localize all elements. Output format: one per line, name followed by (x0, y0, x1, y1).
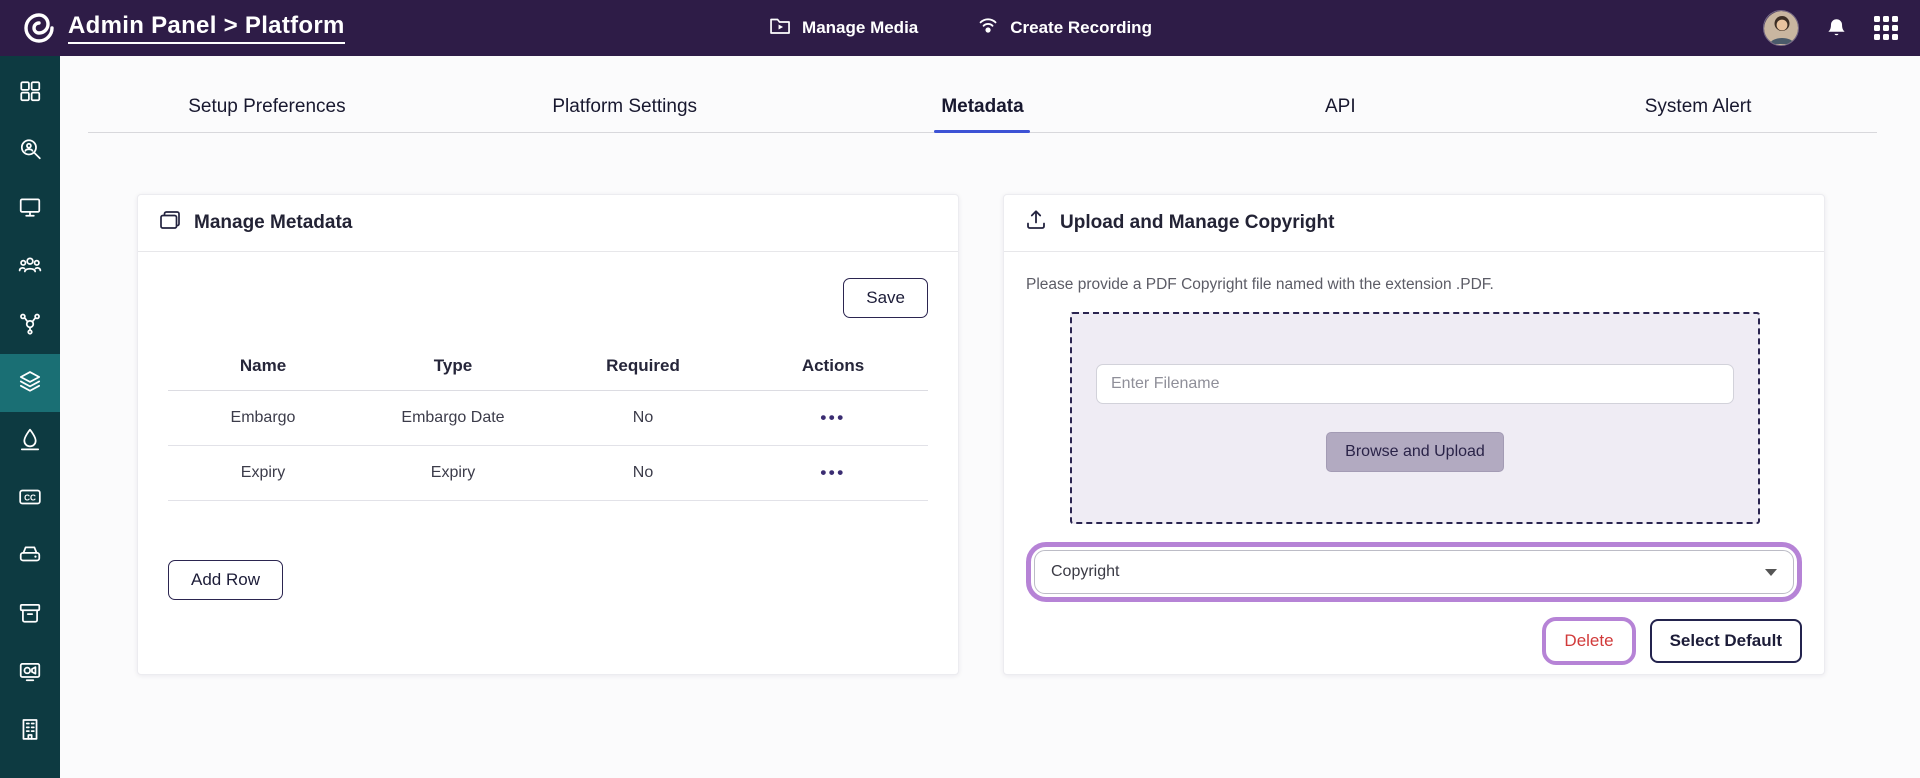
row-actions-menu-icon[interactable]: ••• (820, 408, 845, 427)
topbar-actions: Manage Media Create Recording (768, 0, 1152, 56)
manage-media-button[interactable]: Manage Media (768, 14, 918, 43)
manage-metadata-card: Manage Metadata Save Name Type Required … (137, 194, 959, 675)
copyright-select-highlight: Copyright (1026, 542, 1802, 602)
sidebar-item-integrations[interactable] (0, 296, 60, 354)
select-default-button[interactable]: Select Default (1650, 619, 1802, 663)
filename-input[interactable] (1096, 364, 1734, 404)
delete-button-highlight: Delete (1542, 617, 1635, 665)
save-button[interactable]: Save (843, 278, 928, 318)
cell-type: Expiry (358, 446, 548, 501)
table-row: Embargo Embargo Date No ••• (168, 391, 928, 446)
brand: Admin Panel > Platform (22, 11, 345, 45)
closed-captions-icon: CC (18, 485, 42, 514)
tab-metadata[interactable]: Metadata (804, 86, 1162, 132)
col-header-required: Required (548, 344, 738, 391)
create-recording-button[interactable]: Create Recording (976, 14, 1152, 43)
avatar[interactable] (1763, 10, 1799, 46)
sidebar-item-dashboard[interactable] (0, 64, 60, 122)
metadata-table: Name Type Required Actions Embargo Embar… (168, 344, 928, 501)
screen-recorder-icon (18, 659, 42, 688)
dashboard-icon (18, 79, 42, 108)
manage-metadata-header: Manage Metadata (138, 195, 958, 252)
building-icon (18, 717, 42, 746)
copyright-type-select[interactable]: Copyright (1034, 550, 1794, 594)
manage-metadata-title: Manage Metadata (194, 212, 352, 234)
sidebar-item-monitor[interactable] (0, 180, 60, 238)
sidebar-item-layers[interactable] (0, 354, 60, 412)
row-actions-menu-icon[interactable]: ••• (820, 463, 845, 482)
upload-dropzone[interactable]: Browse and Upload (1070, 312, 1760, 524)
sidebar-item-branding[interactable] (0, 412, 60, 470)
monitor-icon (18, 195, 42, 224)
apps-grid-icon[interactable] (1874, 16, 1898, 40)
main-content: Setup Preferences Platform Settings Meta… (60, 56, 1920, 778)
browse-upload-button[interactable]: Browse and Upload (1326, 432, 1504, 472)
bell-icon[interactable] (1825, 17, 1848, 40)
tab-platform-settings[interactable]: Platform Settings (446, 86, 804, 132)
tab-system-alert[interactable]: System Alert (1519, 86, 1877, 132)
copyright-instruction: Please provide a PDF Copyright file name… (1026, 276, 1802, 294)
add-row-button[interactable]: Add Row (168, 560, 283, 600)
users-group-icon (18, 253, 42, 282)
sidebar-item-screen-recorder[interactable] (0, 644, 60, 702)
archive-box-icon (18, 601, 42, 630)
topbar-right (1763, 10, 1898, 46)
sidebar-item-users-group[interactable] (0, 238, 60, 296)
cell-name: Embargo (168, 391, 358, 446)
col-header-type: Type (358, 344, 548, 391)
delete-button[interactable]: Delete (1548, 623, 1629, 659)
sidebar-item-user-search[interactable] (0, 122, 60, 180)
metadata-table-header-row: Name Type Required Actions (168, 344, 928, 391)
tab-api[interactable]: API (1161, 86, 1519, 132)
ink-drop-icon (18, 427, 42, 456)
sidebar: CC (0, 56, 60, 778)
copyright-header: Upload and Manage Copyright (1004, 195, 1824, 252)
svg-text:CC: CC (24, 493, 36, 502)
storage-drive-icon (18, 543, 42, 572)
col-header-actions: Actions (738, 344, 928, 391)
chevron-down-icon (1765, 569, 1777, 576)
media-folder-icon (768, 14, 792, 43)
copyright-card: Upload and Manage Copyright Please provi… (1003, 194, 1825, 675)
sidebar-item-storage[interactable] (0, 528, 60, 586)
layers-icon (18, 369, 42, 398)
copyright-title: Upload and Manage Copyright (1060, 212, 1334, 234)
upload-tray-icon (1024, 208, 1048, 238)
cards-row: Manage Metadata Save Name Type Required … (137, 194, 1825, 675)
sidebar-item-archive[interactable] (0, 586, 60, 644)
page-title: Admin Panel > Platform (68, 12, 345, 44)
user-search-icon (18, 137, 42, 166)
manage-metadata-body: Save Name Type Required Actions Embargo (138, 252, 958, 674)
manage-media-label: Manage Media (802, 18, 918, 38)
integrations-gear-icon (18, 311, 42, 340)
metadata-cards-icon (158, 208, 182, 238)
cell-type: Embargo Date (358, 391, 548, 446)
logo-swirl-icon[interactable] (22, 11, 56, 45)
sidebar-item-captions[interactable]: CC (0, 470, 60, 528)
copyright-actions-row: Delete Select Default (1026, 617, 1802, 665)
cell-required: No (548, 446, 738, 501)
copyright-body: Please provide a PDF Copyright file name… (1004, 252, 1824, 665)
cell-name: Expiry (168, 446, 358, 501)
tab-setup-preferences[interactable]: Setup Preferences (88, 86, 446, 132)
sidebar-item-organization[interactable] (0, 702, 60, 760)
table-row: Expiry Expiry No ••• (168, 446, 928, 501)
create-recording-label: Create Recording (1010, 18, 1152, 38)
recording-broadcast-icon (976, 14, 1000, 43)
copyright-type-select-value: Copyright (1051, 563, 1119, 581)
topbar: Admin Panel > Platform Manage Media Crea… (0, 0, 1920, 56)
cell-required: No (548, 391, 738, 446)
col-header-name: Name (168, 344, 358, 391)
tab-bar: Setup Preferences Platform Settings Meta… (88, 86, 1877, 133)
